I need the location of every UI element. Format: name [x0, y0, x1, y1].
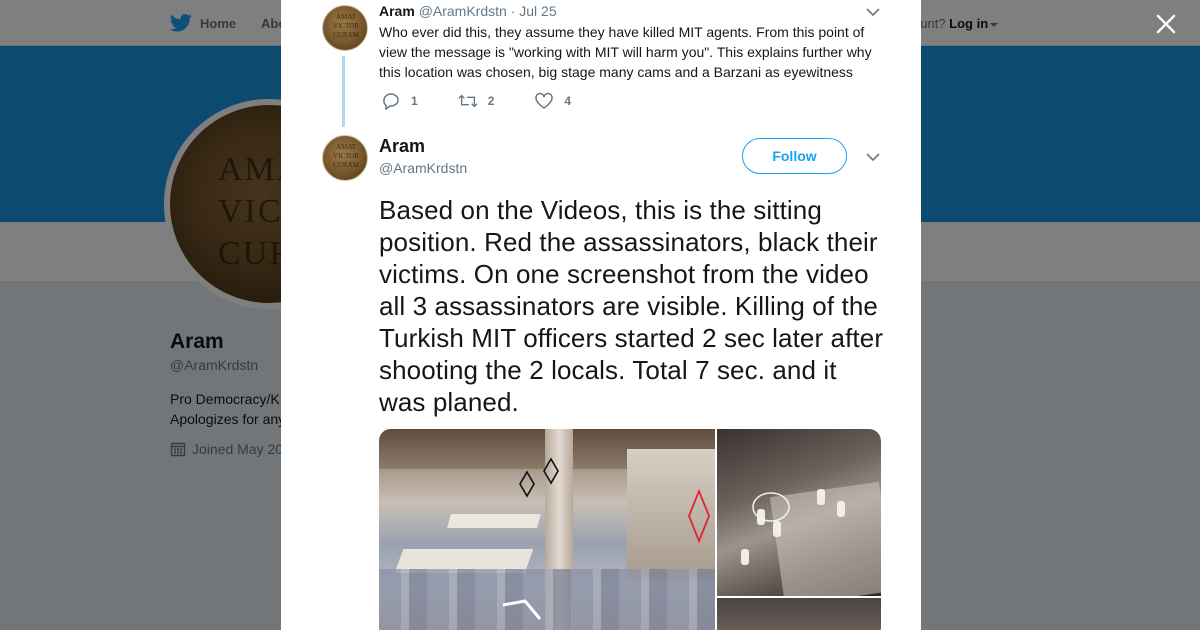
retweet-count: 2: [487, 94, 495, 108]
tweet-author-name[interactable]: Aram: [379, 136, 425, 157]
like-button[interactable]: 4: [534, 92, 571, 110]
chevron-down-icon[interactable]: [866, 7, 880, 17]
assassin-marker: [688, 488, 710, 544]
tweet-author-handle[interactable]: @AramKrdstn: [379, 160, 467, 176]
reply-icon: [383, 93, 399, 110]
reply-actions: 1 2 4: [381, 92, 611, 110]
avatar[interactable]: AMAT VICTOR CURAM: [322, 135, 368, 181]
direction-mark: [502, 599, 542, 620]
reply-count: 1: [411, 94, 418, 108]
reply-timestamp[interactable]: Jul 25: [519, 3, 556, 19]
victim-marker: [543, 457, 559, 485]
victim-marker: [519, 470, 535, 498]
reply-author-name[interactable]: Aram: [379, 3, 415, 19]
reply-header: Aram @AramKrdstn · Jul 25: [379, 3, 557, 19]
chevron-down-icon[interactable]: [866, 152, 880, 162]
like-count: 4: [564, 94, 572, 108]
avatar[interactable]: AMAT VICTOR CURAM: [322, 5, 368, 51]
close-icon[interactable]: [1153, 11, 1179, 37]
heart-icon: [535, 92, 554, 109]
reply-author-handle[interactable]: @AramKrdstn: [419, 3, 507, 19]
reply-text: Who ever did this, they assume they have…: [379, 24, 872, 80]
tweet-text: Based on the Videos, this is the sitting…: [379, 195, 884, 417]
position-markers: [502, 457, 710, 620]
separator-dot: ·: [510, 3, 516, 19]
retweet-button[interactable]: 2: [458, 92, 495, 110]
tweet-photo[interactable]: [379, 429, 715, 630]
follow-button[interactable]: Follow: [742, 138, 847, 174]
tweet-photo[interactable]: [717, 429, 881, 596]
tweet-modal: AMAT VICTOR CURAM Aram @AramKrdstn · Jul 2…: [281, 0, 921, 630]
highlight-circle: [752, 492, 790, 522]
thread-connector: [342, 56, 345, 127]
reply-button[interactable]: 1: [381, 92, 418, 110]
tweet-media-grid: [379, 429, 881, 630]
highlight-marker: [752, 492, 790, 522]
retweet-icon: [458, 94, 478, 108]
tweet-photo[interactable]: [717, 598, 881, 630]
